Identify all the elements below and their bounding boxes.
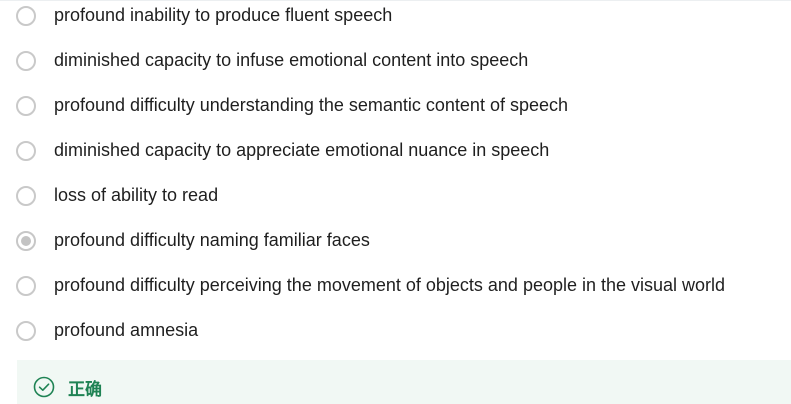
radio-button[interactable]	[16, 275, 36, 296]
option-label: profound difficulty naming familiar face…	[54, 230, 370, 250]
answer-option[interactable]: profound difficulty perceiving the movem…	[0, 263, 791, 308]
answer-option[interactable]: diminished capacity to appreciate emotio…	[0, 128, 791, 173]
option-label: diminished capacity to infuse emotional …	[54, 50, 529, 70]
radio-button[interactable]	[16, 140, 36, 161]
option-label: profound difficulty understanding the se…	[54, 95, 569, 115]
answer-option-selected[interactable]: profound difficulty naming familiar face…	[0, 218, 791, 263]
option-label: profound inability to produce fluent spe…	[54, 5, 393, 25]
feedback-text: 正确	[68, 380, 102, 399]
radio-button[interactable]	[16, 50, 36, 71]
check-circle-icon	[33, 376, 55, 398]
radio-button[interactable]	[16, 185, 36, 206]
feedback-banner: 正确	[17, 360, 791, 404]
radio-button[interactable]	[16, 5, 36, 26]
radio-button[interactable]	[16, 320, 36, 341]
radio-button[interactable]	[16, 95, 36, 116]
radio-button-selected[interactable]	[16, 230, 36, 251]
option-label: profound difficulty perceiving the movem…	[54, 275, 726, 295]
option-label: loss of ability to read	[54, 185, 219, 205]
answer-option[interactable]: loss of ability to read	[0, 173, 791, 218]
answer-option[interactable]: diminished capacity to infuse emotional …	[0, 38, 791, 83]
answer-option[interactable]: profound difficulty understanding the se…	[0, 83, 791, 128]
option-label: diminished capacity to appreciate emotio…	[54, 140, 550, 160]
option-label: profound amnesia	[54, 320, 199, 340]
answer-option[interactable]: profound inability to produce fluent spe…	[0, 0, 791, 38]
answer-option[interactable]: profound amnesia	[0, 308, 791, 353]
